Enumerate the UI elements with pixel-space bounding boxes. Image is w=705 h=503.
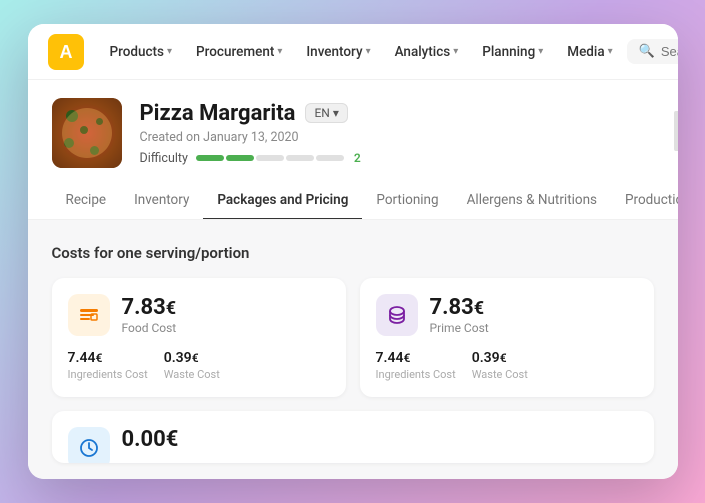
prime-cost-value-block: 7.83€ Prime Cost [430, 295, 489, 335]
nav-item-products[interactable]: Products ▾ [100, 38, 183, 66]
chevron-down-icon: ▾ [538, 46, 543, 57]
tab-allergens[interactable]: Allergens & Nutritions [453, 182, 611, 220]
labour-cost-icon [68, 427, 110, 463]
food-cost-header: 7.83€ Food Cost [68, 294, 330, 336]
food-cost-amount: 7.83€ [122, 295, 177, 320]
prime-cost-header: 7.83€ Prime Cost [376, 294, 638, 336]
nav-item-planning[interactable]: Planning ▾ [472, 38, 553, 66]
side-handle [674, 111, 678, 151]
search-bar[interactable]: 🔍 [627, 39, 678, 64]
prime-cost-amount: 7.83€ [430, 295, 489, 320]
tab-production[interactable]: Production T [611, 182, 677, 220]
prime-cost-card: 7.83€ Prime Cost 7.44€ Ingredients Cost [360, 278, 654, 397]
logo[interactable]: A [48, 34, 84, 70]
food-cost-value-block: 7.83€ Food Cost [122, 295, 177, 335]
food-waste-cost: 0.39€ Waste Cost [164, 350, 220, 381]
search-icon: 🔍 [639, 44, 655, 59]
difficulty-row: Difficulty 2 [140, 151, 654, 166]
main-content: Costs for one serving/portion [28, 220, 678, 479]
product-header: Pizza Margarita EN ▾ Created on January … [28, 80, 678, 182]
product-created-date: Created on January 13, 2020 [140, 130, 654, 145]
food-cost-label: Food Cost [122, 321, 177, 335]
nav-bar: A Products ▾ Procurement ▾ Inventory ▾ A… [28, 24, 678, 80]
product-info: Pizza Margarita EN ▾ Created on January … [140, 101, 654, 166]
tab-packages-pricing[interactable]: Packages and Pricing [203, 182, 362, 220]
nav-item-analytics[interactable]: Analytics ▾ [385, 38, 469, 66]
food-cost-card: 7.83€ Food Cost 7.44€ Ingredients Cost [52, 278, 346, 397]
cost-grid: 7.83€ Food Cost 7.44€ Ingredients Cost [52, 278, 654, 397]
search-input[interactable] [661, 44, 678, 59]
prime-cost-icon [376, 294, 418, 336]
prime-cost-sub-row: 7.44€ Ingredients Cost 0.39€ Waste Cost [376, 350, 638, 381]
chevron-down-icon: ▾ [366, 46, 371, 57]
chevron-down-icon: ▾ [453, 46, 458, 57]
labour-cost-card-partial: 0.00€ [52, 411, 654, 463]
product-title-row: Pizza Margarita EN ▾ [140, 101, 654, 126]
chevron-down-icon: ▾ [333, 106, 339, 120]
tab-recipe[interactable]: Recipe [52, 182, 121, 220]
difficulty-bar [196, 155, 344, 161]
section-title: Costs for one serving/portion [52, 244, 654, 262]
nav-item-media[interactable]: Media ▾ [557, 38, 622, 66]
prime-ingredients-cost: 7.44€ Ingredients Cost [376, 350, 456, 381]
sub-nav: Recipe Inventory Packages and Pricing Po… [28, 182, 678, 220]
food-ingredients-cost: 7.44€ Ingredients Cost [68, 350, 148, 381]
labour-cost-amount: 0.00€ [122, 427, 179, 452]
main-window: A Products ▾ Procurement ▾ Inventory ▾ A… [28, 24, 678, 479]
svg-text:A: A [59, 42, 72, 62]
language-selector[interactable]: EN ▾ [305, 103, 347, 123]
prime-cost-label: Prime Cost [430, 321, 489, 335]
chevron-down-icon: ▾ [608, 46, 613, 57]
tab-portioning[interactable]: Portioning [362, 182, 452, 220]
nav-item-inventory[interactable]: Inventory ▾ [296, 38, 380, 66]
chevron-down-icon: ▾ [167, 46, 172, 57]
food-cost-icon [68, 294, 110, 336]
nav-item-procurement[interactable]: Procurement ▾ [186, 38, 292, 66]
chevron-down-icon: ▾ [277, 46, 282, 57]
product-title: Pizza Margarita [140, 101, 296, 126]
food-cost-sub-row: 7.44€ Ingredients Cost 0.39€ Waste Cost [68, 350, 330, 381]
prime-waste-cost: 0.39€ Waste Cost [472, 350, 528, 381]
tab-inventory[interactable]: Inventory [120, 182, 203, 220]
product-image [52, 98, 122, 168]
